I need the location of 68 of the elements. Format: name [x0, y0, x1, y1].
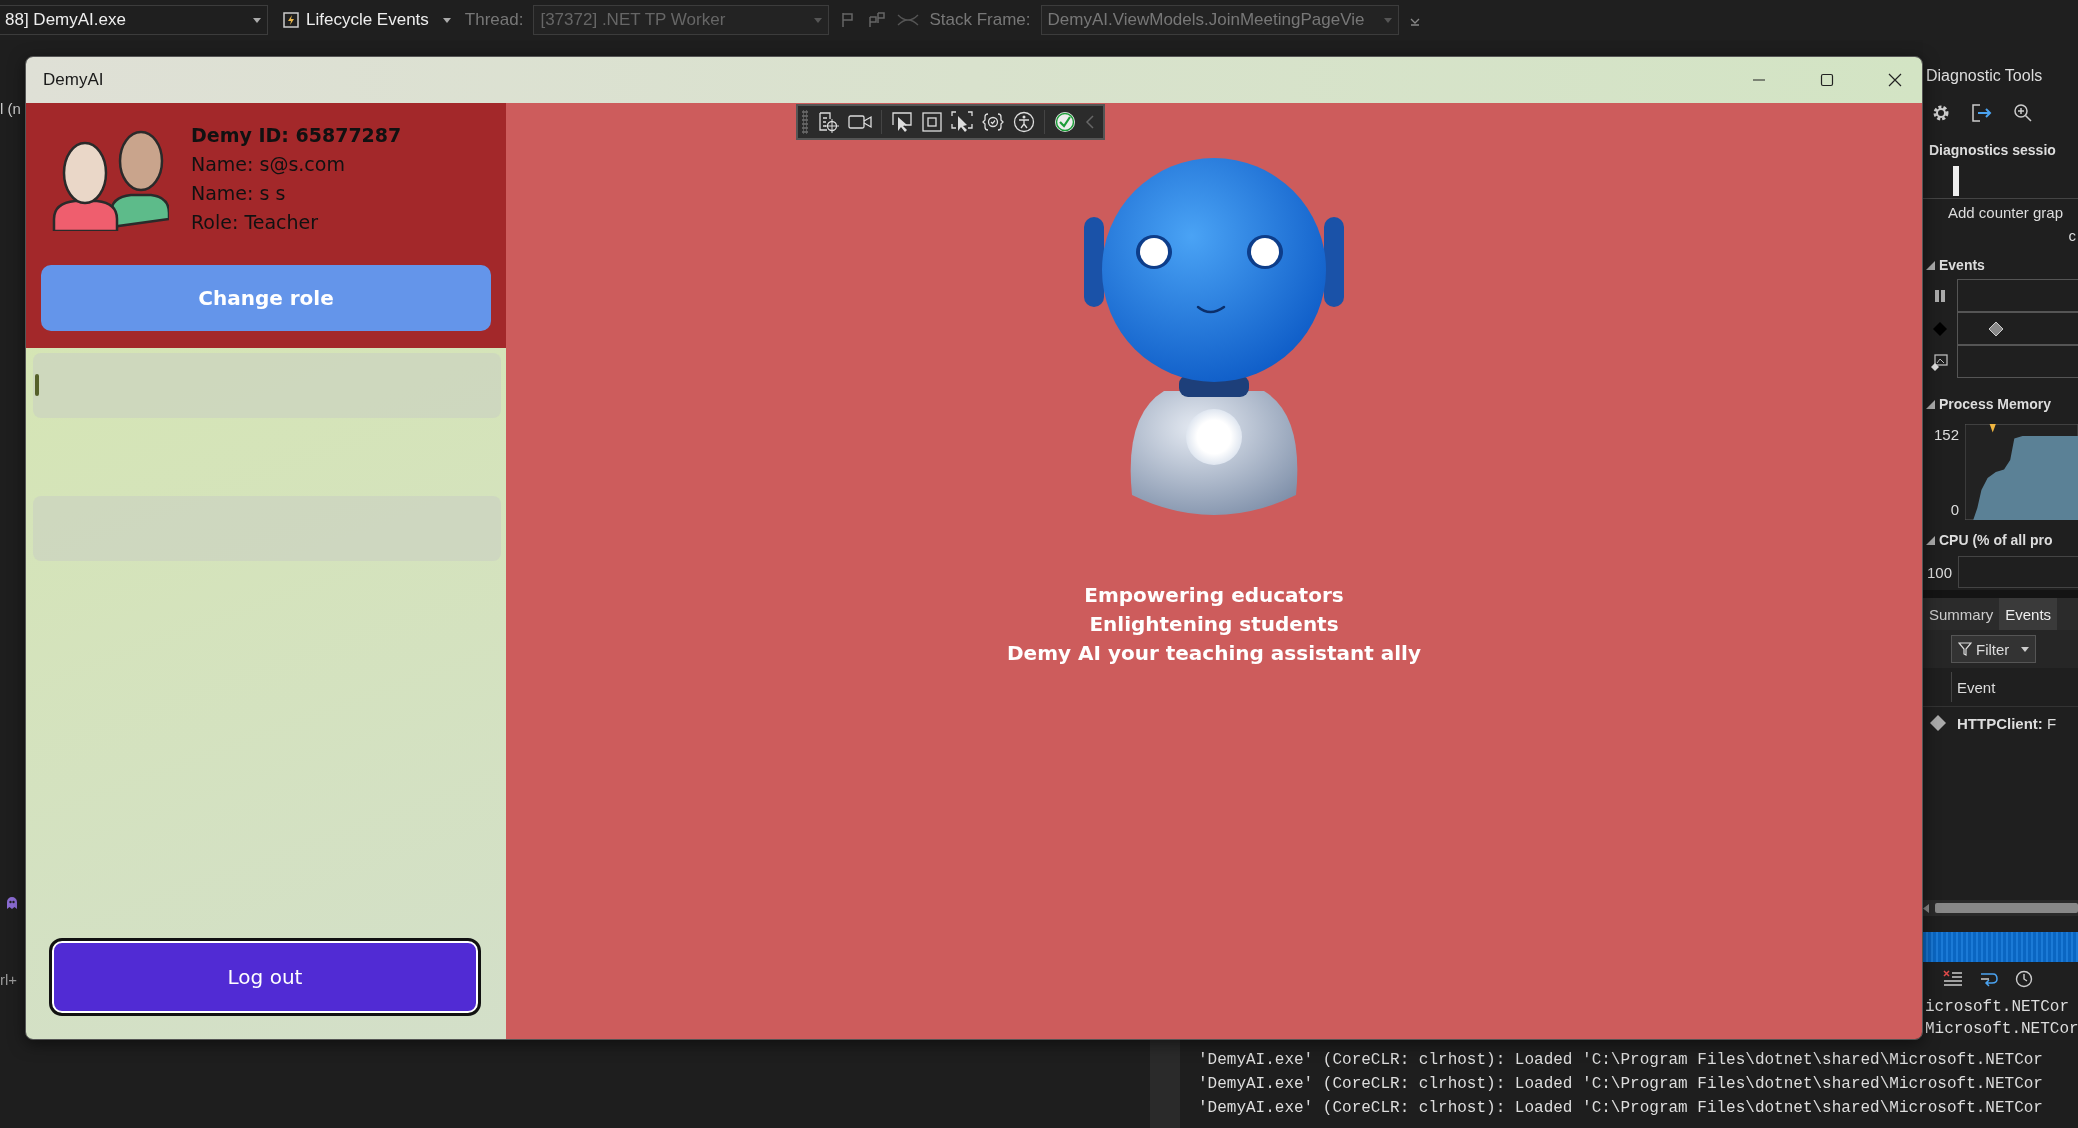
- video-icon[interactable]: [848, 113, 872, 131]
- scrollbar[interactable]: [1923, 900, 2078, 916]
- output-line: Microsoft.NETCor: [1925, 1019, 2078, 1040]
- caret-icon: [253, 17, 261, 23]
- output-line: 'DemyAI.exe' (CoreCLR: clrhost): Loaded 'C:\Program Files\dotnet\shared\Microsoft.NETCor: [1198, 1074, 2043, 1095]
- image-icon: [1931, 352, 1949, 371]
- frame-icon[interactable]: [922, 112, 942, 132]
- event-marker[interactable]: [1988, 321, 2004, 337]
- ghost-icon[interactable]: [4, 895, 20, 911]
- binding-icon[interactable]: [982, 112, 1004, 132]
- output-line: 'DemyAI.exe' (CoreCLR: clrhost): Loaded 'C:\Program Files\dotnet\shared\Microsoft.NETCor: [1198, 1050, 2043, 1071]
- profile-text: Name: s@s.com: [191, 152, 346, 177]
- clear-all-icon[interactable]: [1943, 970, 1963, 988]
- export-icon[interactable]: [1971, 103, 1993, 123]
- scrollbar[interactable]: [1150, 1040, 1180, 1128]
- thread-label: Thread:: [464, 10, 524, 30]
- event-name[interactable]: HTTPClient: F: [1957, 714, 2057, 732]
- select-area-icon[interactable]: [951, 111, 973, 133]
- caret-icon: [1383, 17, 1392, 23]
- tab[interactable]: Summary: [1923, 598, 2000, 630]
- output-line: 'DemyAI.exe' (CoreCLR: clrhost): Loaded 'C:\Program Files\dotnet\shared\Microsoft.NETCor: [1198, 1098, 2043, 1119]
- diamond-icon: [1931, 320, 1949, 337]
- tagline-text: Demy AI your teaching assistant ally: [1007, 640, 1421, 667]
- tagline-text: Enlightening students: [1088, 611, 1340, 638]
- axis-tick: 152: [1933, 426, 1959, 443]
- filter-icon: [1958, 642, 1972, 656]
- code-fragment: rl+: [0, 971, 19, 988]
- panel-title: Diagnostic Tools: [1925, 66, 2044, 86]
- filter-button[interactable]: Filter: [1951, 635, 2037, 663]
- stack-frame-dropdown[interactable]: DemyAI.ViewModels.JoinMeetingPageVie: [1040, 5, 1399, 35]
- clock-icon[interactable]: [2015, 970, 2033, 988]
- target-icon[interactable]: [817, 111, 839, 133]
- output-line: icrosoft.NETCor: [1925, 997, 2071, 1018]
- settings-icon[interactable]: [1931, 103, 1951, 123]
- logout-button[interactable]: Log out: [52, 941, 478, 1013]
- diamond-icon: [1929, 714, 1947, 732]
- tagline-text: Empowering educators: [1083, 582, 1345, 609]
- lightning-icon: [282, 11, 300, 29]
- profile-text: Role: Teacher: [191, 210, 320, 235]
- add-counter-text: Add counter grap c: [1946, 203, 2077, 246]
- process-dropdown[interactable]: 88] DemyAI.exe: [0, 5, 268, 35]
- profile-text: Name: s s: [191, 181, 287, 206]
- code-fragment: l (n: [0, 100, 22, 117]
- section-heading: Events: [1939, 257, 1985, 273]
- left-arrow-icon[interactable]: [1923, 903, 1929, 913]
- close-icon[interactable]: [1888, 73, 1902, 87]
- stack-frame-label: Stack Frame:: [929, 10, 1031, 30]
- lifecycle-events-button[interactable]: Lifecycle Events: [278, 10, 455, 30]
- check-icon[interactable]: [1054, 111, 1076, 133]
- section-heading: Diagnostics sessio: [1928, 141, 2057, 160]
- tab[interactable]: Events: [1999, 598, 2058, 630]
- select-element-icon[interactable]: [891, 111, 913, 133]
- collapse-chevron-icon[interactable]: [1085, 114, 1095, 130]
- caret-icon: [814, 17, 823, 23]
- word-wrap-icon[interactable]: [1979, 970, 1999, 988]
- caret-icon: [2021, 646, 2030, 652]
- axis-tick: 100: [1927, 563, 1953, 581]
- profile-text: Demy ID: 65877287: [191, 123, 402, 148]
- zoom-in-icon[interactable]: [2013, 103, 2033, 123]
- section-heading: CPU (% of all pro: [1939, 532, 2053, 548]
- column-header[interactable]: Event: [1957, 678, 1996, 696]
- accessibility-icon[interactable]: [1013, 111, 1035, 133]
- caret-icon: [442, 17, 451, 23]
- flags-icon[interactable]: [867, 11, 888, 29]
- axis-tick: 0: [1950, 501, 1959, 518]
- section-heading: Process Memory: [1939, 396, 2052, 412]
- window-title: DemyAI: [42, 70, 104, 90]
- maximize-icon[interactable]: [1820, 73, 1834, 87]
